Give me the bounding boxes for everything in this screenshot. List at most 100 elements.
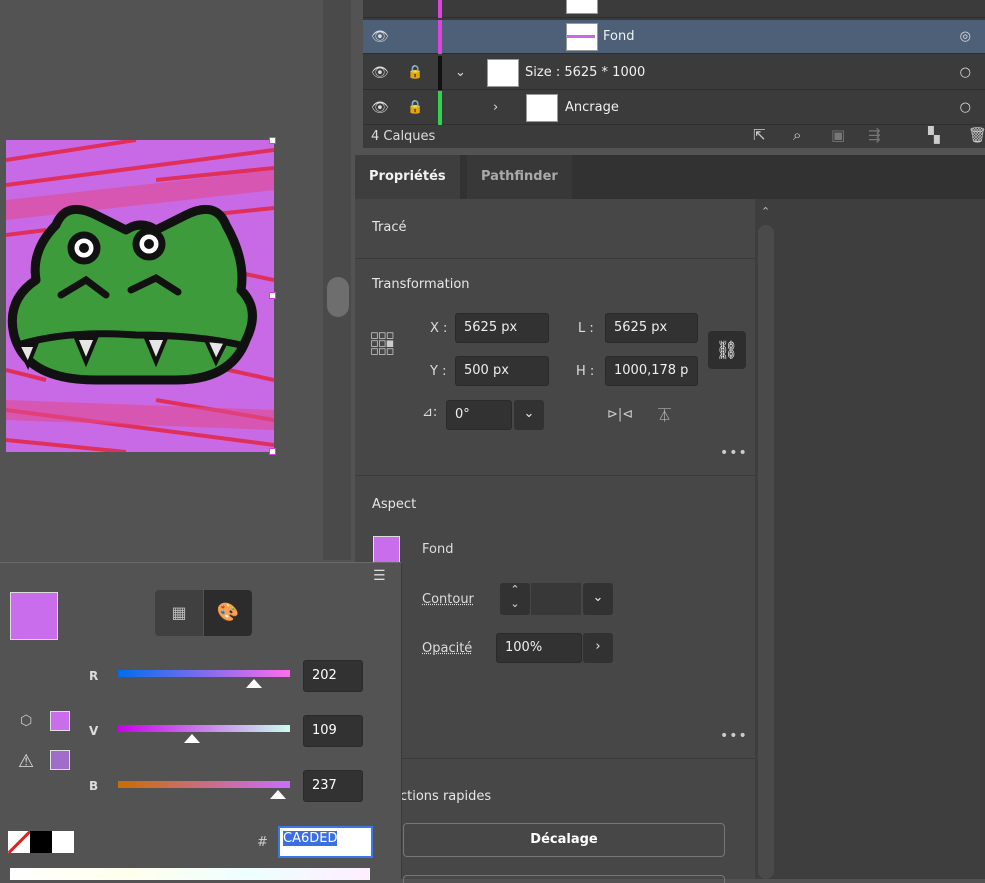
chevron-down-icon[interactable]: ⌄ — [514, 400, 544, 430]
layer-row-size[interactable]: 👁 🔒 ⌄ Size : 5625 * 1000 ○ — [363, 55, 985, 90]
r-slider[interactable] — [118, 670, 290, 677]
tab-proprietes[interactable]: Propriétés — [355, 155, 460, 199]
none-color-swatch[interactable] — [8, 831, 30, 853]
stroke-label[interactable]: Contour — [422, 592, 474, 607]
v-value-field[interactable]: 109 — [303, 715, 363, 747]
r-value-field[interactable]: 202 — [303, 660, 363, 692]
offset-button[interactable]: Décalage — [403, 823, 725, 857]
collect-export-icon[interactable]: ⇶ — [868, 126, 881, 144]
layer-name[interactable]: Size : 5625 * 1000 — [525, 65, 645, 80]
visibility-eye-icon[interactable]: 👁 — [371, 100, 389, 116]
layer-thumbnail — [487, 59, 519, 87]
swatches-mode-button[interactable]: ▦ — [155, 590, 203, 636]
r-label: R — [89, 669, 99, 683]
canvas-scrollbar-thumb[interactable] — [327, 277, 349, 317]
fill-swatch[interactable] — [373, 536, 400, 563]
height-field[interactable]: 1000,178 p — [605, 356, 698, 386]
palette-mode-button[interactable]: 🎨 — [204, 590, 252, 636]
black-swatch[interactable] — [30, 831, 52, 853]
x-field[interactable]: 5625 px — [455, 313, 549, 343]
current-color-swatch[interactable] — [10, 592, 58, 640]
angle-icon: ⊿: — [422, 405, 438, 420]
layer-name[interactable]: Fond — [603, 29, 634, 44]
angle-field[interactable]: 0° — [446, 400, 512, 430]
stroke-stepper[interactable]: ⌃ ⌄ — [500, 583, 530, 615]
next-button-partial[interactable] — [403, 875, 725, 883]
layer-row-ancrage[interactable]: 👁 🔒 › Ancrage ○ — [363, 90, 985, 125]
link-proportions-button[interactable]: ⛓ — [708, 331, 746, 369]
new-layer-icon[interactable]: ▚ — [928, 126, 940, 144]
opacity-field[interactable]: 100% — [496, 633, 582, 663]
chevron-down-icon[interactable]: ⌄ — [455, 65, 466, 80]
r-slider-knob[interactable] — [246, 679, 262, 688]
more-options-icon[interactable]: ••• — [720, 445, 748, 461]
layer-thumbnail — [566, 23, 598, 51]
trash-icon[interactable]: 🗑 — [968, 126, 985, 144]
section-quick-actions: ctions rapides Décalage — [355, 758, 755, 883]
scroll-up-icon[interactable]: ⌃ — [761, 205, 770, 218]
panel-menu-icon[interactable]: ☰ — [373, 568, 386, 584]
fill-label: Fond — [422, 542, 454, 557]
export-icon[interactable]: ⇱ — [753, 126, 766, 144]
properties-empty-area — [770, 199, 985, 879]
chevron-down-icon[interactable]: ⌄ — [583, 583, 613, 615]
visibility-eye-icon[interactable]: 👁 — [371, 65, 389, 81]
chevron-right-icon[interactable]: › — [493, 100, 498, 115]
lock-icon[interactable]: 🔒 — [407, 65, 423, 80]
search-icon[interactable]: ⌕ — [793, 126, 801, 144]
chevron-right-icon[interactable]: › — [583, 633, 613, 663]
layer-count: 4 Calques — [371, 128, 436, 144]
target-circle-icon[interactable]: ○ — [960, 100, 971, 115]
opacity-label[interactable]: Opacité — [422, 641, 472, 656]
hex-value: CA6DED — [283, 831, 338, 846]
visibility-eye-icon[interactable]: 👁 — [371, 29, 389, 45]
layer-color-bar — [438, 90, 442, 125]
layer-thumbnail — [526, 94, 558, 122]
hex-input[interactable]: CA6DED — [278, 826, 373, 858]
section-title: Aspect — [372, 497, 417, 512]
color-spectrum[interactable] — [10, 868, 370, 880]
more-options-icon[interactable]: ••• — [720, 728, 748, 744]
b-label: B — [89, 779, 99, 793]
target-circle-icon[interactable]: ◎ — [960, 29, 971, 44]
section-transformation: Transformation ▫▫▫ ▫▫▪ ▫▫▫ X : 5625 px L :… — [355, 258, 755, 475]
lock-icon[interactable]: 🔒 — [407, 100, 423, 115]
warning-icon[interactable]: ⚠ — [18, 751, 34, 772]
v-label: V — [89, 724, 99, 738]
y-field[interactable]: 500 px — [455, 356, 549, 386]
v-slider-knob[interactable] — [184, 734, 200, 743]
h-label: H : — [576, 364, 595, 379]
section-title: Tracé — [372, 220, 407, 235]
layer-row-fond[interactable]: 👁 Fond ◎ — [363, 19, 985, 54]
width-field[interactable]: 5625 px — [605, 313, 698, 343]
section-aspect: Aspect Fond Contour ⌃ ⌄ ⌄ Opacité 100% › … — [355, 475, 755, 758]
section-title: Transformation — [372, 277, 470, 292]
artboard-artwork[interactable] — [6, 140, 274, 452]
white-swatch[interactable] — [52, 831, 74, 853]
out-of-web-gamut-icon[interactable]: ⬡ — [20, 713, 32, 729]
properties-scrollbar[interactable] — [758, 225, 774, 879]
selection-handle[interactable] — [269, 137, 276, 144]
layer-row-partial — [363, 0, 985, 18]
v-slider[interactable] — [118, 725, 290, 732]
stroke-weight-field[interactable] — [531, 583, 581, 615]
web-safe-swatch[interactable] — [50, 711, 70, 731]
selection-handle[interactable] — [269, 448, 276, 455]
x-label: X : — [430, 321, 448, 336]
y-label: Y : — [430, 364, 447, 379]
flip-vertical-icon[interactable]: ⏄ — [658, 405, 671, 424]
panel-tabs: Propriétés Pathfinder — [355, 155, 985, 199]
b-slider-knob[interactable] — [270, 790, 286, 799]
target-circle-icon[interactable]: ○ — [960, 65, 971, 80]
gamut-swatch[interactable] — [50, 750, 70, 770]
b-slider[interactable] — [118, 781, 290, 788]
layer-name[interactable]: Ancrage — [565, 100, 619, 115]
flip-horizontal-icon[interactable]: ⊳|⊲ — [607, 407, 633, 422]
clipping-mask-icon[interactable]: ▣ — [831, 126, 845, 144]
reference-point-icon[interactable]: ▫▫▫ ▫▫▪ ▫▫▫ — [370, 329, 394, 358]
b-value-field[interactable]: 237 — [303, 770, 363, 802]
hex-label: # — [257, 835, 268, 850]
layer-color-bar — [438, 55, 442, 90]
tab-pathfinder[interactable]: Pathfinder — [467, 155, 572, 199]
selection-handle[interactable] — [269, 292, 276, 299]
